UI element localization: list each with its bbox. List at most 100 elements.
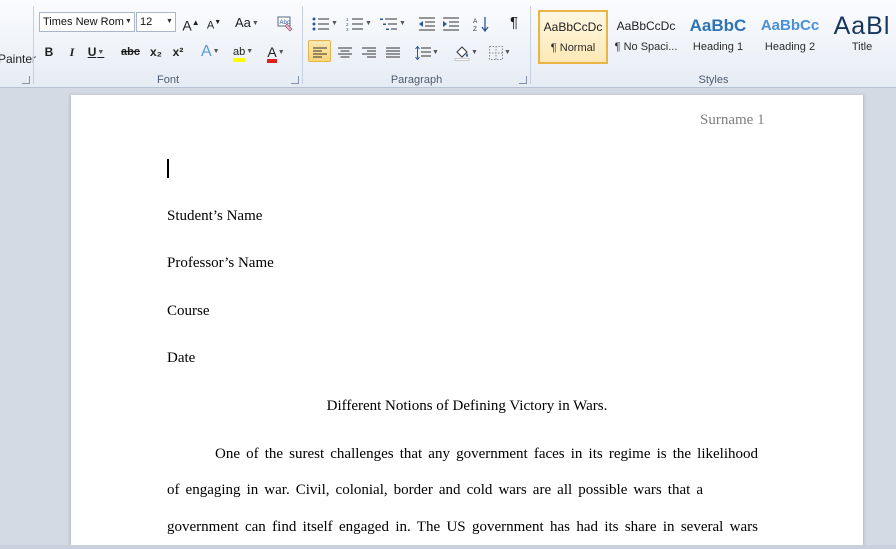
svg-text:Z: Z <box>473 26 477 32</box>
underline-icon: U <box>87 45 97 59</box>
highlight-button[interactable]: ab▼ <box>232 40 254 62</box>
bullets-icon <box>312 17 330 31</box>
pilcrow-icon: ¶ <box>509 14 519 31</box>
paint-bucket-icon <box>454 46 470 61</box>
align-center-icon <box>337 47 352 58</box>
shrink-font-button[interactable]: A▼ <box>204 11 224 33</box>
styles-group-label: Styles <box>698 74 729 86</box>
increase-indent-button[interactable] <box>441 11 461 33</box>
increase-indent-icon <box>443 17 459 31</box>
font-color-icon: A <box>267 45 277 63</box>
style-sample: AaBbCcDc <box>543 20 603 34</box>
line-spacing-icon <box>415 45 432 61</box>
text-cursor <box>167 159 169 178</box>
format-painter-button[interactable]: Painter <box>0 52 36 66</box>
underline-button[interactable]: U▼ <box>86 40 106 62</box>
change-case-button[interactable]: Aa▼ <box>234 11 260 33</box>
line-spacing-button[interactable]: ▼ <box>413 40 441 62</box>
body-line[interactable]: government can find itself engaged in. T… <box>167 519 758 536</box>
svg-text:3: 3 <box>346 27 349 31</box>
show-formatting-marks-button[interactable]: ¶ <box>504 11 524 33</box>
justify-icon <box>385 47 400 58</box>
page-header[interactable]: Surname 1 <box>700 112 765 129</box>
italic-button[interactable]: I <box>62 40 82 62</box>
ribbon: Painter Times New Rom ▼ 12 ▼ A▲ A▼ Aa▼ A… <box>0 0 896 88</box>
italic-icon: I <box>69 45 75 59</box>
shading-button[interactable]: ▼ <box>451 40 481 62</box>
style-normal[interactable]: AaBbCcDc ¶ Normal <box>538 10 608 64</box>
highlight-icon: ab <box>233 46 246 62</box>
borders-icon <box>489 45 504 60</box>
text-effects-button[interactable]: A▼ <box>200 40 221 62</box>
change-case-icon: Aa <box>235 15 251 30</box>
body-line[interactable]: One of the surest challenges that any go… <box>215 446 758 463</box>
align-center-button[interactable] <box>333 40 356 62</box>
chevron-down-icon: ▼ <box>125 18 132 25</box>
clipboard-group: Painter <box>0 0 36 88</box>
paragraph-group-label: Paragraph <box>390 74 443 86</box>
font-size-dropdown[interactable]: 12 ▼ <box>136 12 176 32</box>
bullets-button[interactable]: ▼ <box>309 11 341 33</box>
multilevel-list-button[interactable]: ▼ <box>377 11 409 33</box>
clear-formatting-button[interactable]: Abc <box>275 11 295 33</box>
font-name-value: Times New Rom <box>43 16 124 28</box>
date-line[interactable]: Date <box>167 350 195 367</box>
numbering-button[interactable]: 1 2 3 ▼ <box>343 11 375 33</box>
clipboard-dialog-launcher[interactable] <box>22 76 30 84</box>
subscript-button[interactable]: x₂ <box>146 40 166 62</box>
borders-button[interactable]: ▼ <box>485 40 515 62</box>
paragraph-group: ▼ 1 2 3 ▼ ▼ A Z ¶ ▼ ▼ ▼ Paragraph <box>303 0 530 88</box>
decrease-indent-button[interactable] <box>417 11 437 33</box>
svg-text:A: A <box>473 18 478 25</box>
style-name: Heading 1 <box>692 41 744 53</box>
multilevel-list-icon <box>380 18 398 30</box>
style-name: Heading 2 <box>764 41 816 53</box>
font-size-value: 12 <box>140 16 153 28</box>
style-sample: AaBbCcDc <box>616 19 676 33</box>
strikethrough-button[interactable]: abc <box>120 40 141 62</box>
document-page[interactable]: Surname 1 Student’s Name Professor’s Nam… <box>70 95 864 549</box>
bold-button[interactable]: B <box>39 40 59 62</box>
subscript-icon: x₂ <box>149 45 162 59</box>
student-name-line[interactable]: Student’s Name <box>167 208 262 225</box>
strikethrough-icon: abc <box>121 46 140 58</box>
font-dialog-launcher[interactable] <box>291 76 299 84</box>
align-right-button[interactable] <box>357 40 380 62</box>
font-group: Times New Rom ▼ 12 ▼ A▲ A▼ Aa▼ Abc B I U… <box>34 0 302 88</box>
text-effects-icon: A <box>201 43 212 61</box>
style-heading-2[interactable]: AaBbCc Heading 2 <box>755 10 825 64</box>
align-right-icon <box>361 47 376 58</box>
style-name: ¶ Normal <box>550 42 596 54</box>
grow-font-button[interactable]: A▲ <box>181 11 201 34</box>
clear-formatting-icon: Abc <box>277 16 293 32</box>
bold-icon: B <box>44 45 54 59</box>
align-left-button[interactable] <box>308 40 331 62</box>
sort-button[interactable]: A Z <box>471 11 491 33</box>
superscript-icon: x² <box>172 45 184 59</box>
paragraph-dialog-launcher[interactable] <box>519 76 527 84</box>
style-heading-1[interactable]: AaBbC Heading 1 <box>683 10 753 64</box>
font-name-dropdown[interactable]: Times New Rom ▼ <box>39 12 135 32</box>
font-color-button[interactable]: A▼ <box>266 40 286 63</box>
style-sample: AaBl <box>833 12 891 40</box>
professor-name-line[interactable]: Professor’s Name <box>167 255 274 272</box>
style-name: Title <box>851 41 873 53</box>
chevron-down-icon: ▼ <box>166 18 173 25</box>
course-line[interactable]: Course <box>167 303 210 320</box>
styles-group: AaBbCcDc ¶ Normal AaBbCcDc ¶ No Spaci...… <box>531 0 896 88</box>
align-left-icon <box>312 47 327 58</box>
style-sample: AaBbC <box>689 16 747 35</box>
superscript-button[interactable]: x² <box>168 40 188 62</box>
document-workspace: Surname 1 Student’s Name Professor’s Nam… <box>0 89 896 549</box>
style-name: ¶ No Spaci... <box>614 41 678 53</box>
style-title[interactable]: AaBl Title <box>827 10 896 64</box>
numbering-icon: 1 2 3 <box>346 17 364 32</box>
style-sample: AaBbCc <box>760 17 820 34</box>
body-line[interactable]: of engaging in war. Civil, colonial, bor… <box>167 482 703 499</box>
grow-font-icon: A <box>182 17 192 34</box>
style-no-spacing[interactable]: AaBbCcDc ¶ No Spaci... <box>611 10 681 64</box>
sort-icon: A Z <box>473 16 489 33</box>
justify-button[interactable] <box>381 40 404 62</box>
document-title[interactable]: Different Notions of Defining Victory in… <box>167 398 767 415</box>
decrease-indent-icon <box>419 17 435 31</box>
